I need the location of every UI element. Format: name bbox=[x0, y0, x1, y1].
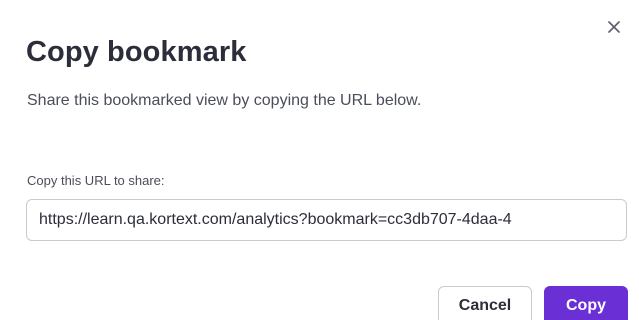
dialog-description: Share this bookmarked view by copying th… bbox=[27, 92, 422, 109]
copy-bookmark-dialog: Copy bookmark Share this bookmarked view… bbox=[0, 0, 639, 320]
url-field-label: Copy this URL to share: bbox=[27, 173, 165, 188]
close-icon bbox=[608, 21, 620, 33]
copy-button[interactable]: Copy bbox=[544, 286, 628, 320]
bookmark-url-field[interactable] bbox=[26, 199, 627, 241]
cancel-button[interactable]: Cancel bbox=[438, 286, 532, 320]
dialog-title: Copy bookmark bbox=[26, 36, 247, 68]
close-button[interactable] bbox=[605, 18, 623, 36]
